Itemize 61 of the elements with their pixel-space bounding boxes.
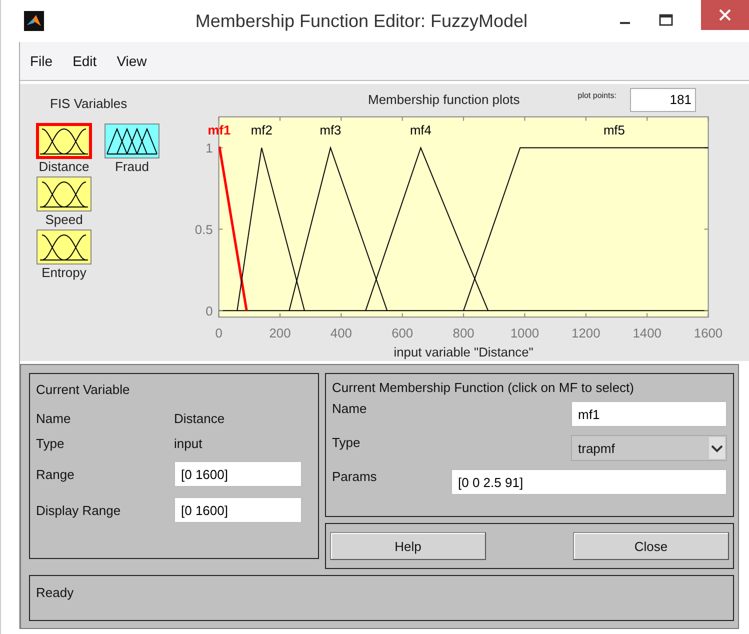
x-tick-label: 200 [269, 325, 291, 340]
variable-label: Fraud [115, 159, 149, 174]
plot-points-field[interactable]: 181 [630, 88, 696, 112]
curve-label[interactable]: mf4 [410, 122, 432, 138]
x-tick-label: 1600 [694, 325, 723, 340]
variable-label: Speed [45, 212, 83, 227]
x-tick-label: 800 [452, 325, 474, 340]
y-tick-label: 0 [206, 303, 213, 318]
range-field[interactable]: [0 1600] [174, 461, 302, 487]
maximize-icon[interactable] [659, 14, 673, 26]
display-range-field[interactable]: [0 1600] [174, 497, 302, 523]
y-tick-label: 1 [206, 140, 213, 156]
x-tick-label: 1000 [510, 325, 540, 340]
curve-label[interactable]: mf3 [320, 122, 342, 138]
x-tick-label: 600 [392, 325, 414, 340]
variable-name: Distance [174, 411, 226, 426]
output-variable-icon[interactable] [104, 123, 160, 159]
x-tick-label: 1200 [572, 325, 600, 340]
variable-label: Distance [38, 159, 90, 174]
membership-curve[interactable] [236, 147, 305, 311]
menu-item[interactable]: File [30, 53, 53, 69]
variable-type: input [174, 436, 204, 451]
x-tick-label: 0 [215, 325, 222, 340]
panel-title: Current Variable [36, 382, 131, 397]
field-label: Name [332, 401, 367, 416]
close-button[interactable] [701, 0, 749, 30]
status-text: Ready [36, 585, 74, 600]
chevron-down-icon [709, 437, 725, 459]
curve-label[interactable]: mf5 [603, 122, 625, 138]
input-variable-icon[interactable] [36, 176, 92, 212]
app-icon [24, 11, 44, 31]
panel-title: Current Membership Function (click on MF to select) [332, 380, 635, 395]
window-title: Membership Function Editor: FuzzyModel [194, 10, 529, 32]
input-variable-icon[interactable] [36, 229, 92, 265]
params-field[interactable]: [0 0 2.5 91] [451, 469, 727, 495]
field-label: Type [332, 435, 360, 450]
curve-label[interactable]: mf1 [208, 122, 231, 138]
close-icon [719, 9, 731, 21]
membership-curve[interactable] [365, 146, 489, 311]
field-label: Name [36, 411, 72, 426]
x-tick-label: 1400 [632, 325, 662, 340]
x-tick-label: 400 [330, 325, 352, 340]
close-button[interactable]: Close [573, 532, 729, 560]
variable-label: Entropy [42, 265, 86, 280]
mf-name-field[interactable]: mf1 [571, 401, 727, 427]
y-tick-label: 0.5 [194, 222, 213, 237]
field-label: Type [36, 436, 66, 451]
curve-label[interactable]: mf2 [250, 122, 272, 138]
field-label: Display Range [36, 502, 122, 518]
mf-type-dropdown[interactable]: trapmf [571, 435, 727, 461]
section-title: FIS Variables [50, 96, 128, 111]
input-variable-icon[interactable] [36, 123, 92, 159]
field-label: Range [36, 466, 76, 482]
help-button[interactable]: Help [330, 532, 486, 560]
field-label: Params [332, 469, 377, 484]
x-axis-label: input variable "Distance" [394, 344, 534, 360]
plot-points-label: plot points: [578, 91, 616, 100]
menu-item[interactable]: Edit [72, 53, 97, 69]
plot-title: Membership function plots [368, 92, 520, 108]
menu-item[interactable]: View [116, 53, 147, 69]
membership-curve[interactable] [288, 146, 388, 311]
